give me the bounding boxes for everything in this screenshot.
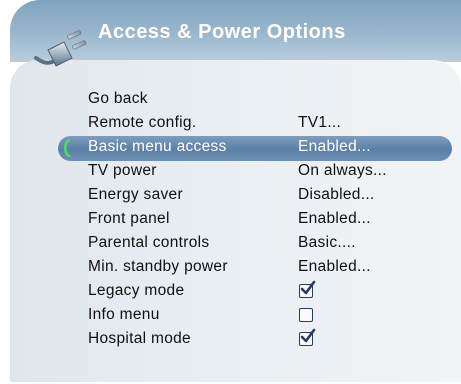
menu-item-label: Remote config. — [88, 114, 197, 131]
menu-item-label: Basic menu access — [88, 138, 227, 155]
menu-item-label: Front panel — [88, 210, 170, 227]
menu-item-label: Hospital mode — [88, 330, 191, 347]
menu-item-parental-controls[interactable]: Parental controls Basic.... — [0, 232, 461, 256]
menu-item-value: Enabled... — [298, 210, 371, 227]
menu-item-energy-saver[interactable]: Energy saver Disabled... — [0, 184, 461, 208]
menu-item-value: On always... — [298, 162, 387, 179]
info-menu-checkbox[interactable] — [299, 308, 313, 322]
menu-item-legacy-mode[interactable]: Legacy mode — [0, 280, 461, 304]
menu-item-value: TV1... — [298, 114, 342, 131]
menu-item-label: Energy saver — [88, 186, 183, 203]
menu-item-value: Basic.... — [298, 234, 356, 251]
menu-title: Access & Power Options — [98, 21, 346, 43]
menu-item-min-standby-power[interactable]: Min. standby power Enabled... — [0, 256, 461, 280]
menu-item-value: Enabled... — [298, 258, 371, 275]
selection-bracket-icon — [63, 139, 71, 157]
menu-item-info-menu[interactable]: Info menu — [0, 304, 461, 328]
menu-item-label: Parental controls — [88, 234, 210, 251]
menu-item-remote-config[interactable]: Remote config. TV1... — [0, 112, 461, 136]
legacy-mode-checkbox[interactable] — [299, 280, 316, 298]
menu-item-label: TV power — [88, 162, 157, 179]
menu-item-basic-menu-access[interactable]: Basic menu access Enabled... — [0, 136, 461, 161]
menu-item-value: Enabled... — [298, 138, 371, 155]
power-plug-icon — [34, 30, 87, 67]
menu-item-front-panel[interactable]: Front panel Enabled... — [0, 208, 461, 232]
menu-item-go-back[interactable]: Go back — [0, 88, 461, 112]
menu-item-label: Legacy mode — [88, 282, 185, 299]
menu-item-tv-power[interactable]: TV power On always... — [0, 160, 461, 184]
checkmark-icon — [300, 328, 316, 343]
menu-item-label: Min. standby power — [88, 258, 228, 275]
checkmark-icon — [300, 280, 316, 295]
menu-item-hospital-mode[interactable]: Hospital mode — [0, 328, 461, 352]
menu-item-label: Info menu — [88, 306, 160, 323]
access-power-options-screen: Access & Power Options Go back Remote co… — [0, 0, 461, 384]
menu-item-label: Go back — [88, 90, 148, 107]
hospital-mode-checkbox[interactable] — [299, 328, 316, 346]
menu-item-value: Disabled... — [298, 186, 375, 203]
